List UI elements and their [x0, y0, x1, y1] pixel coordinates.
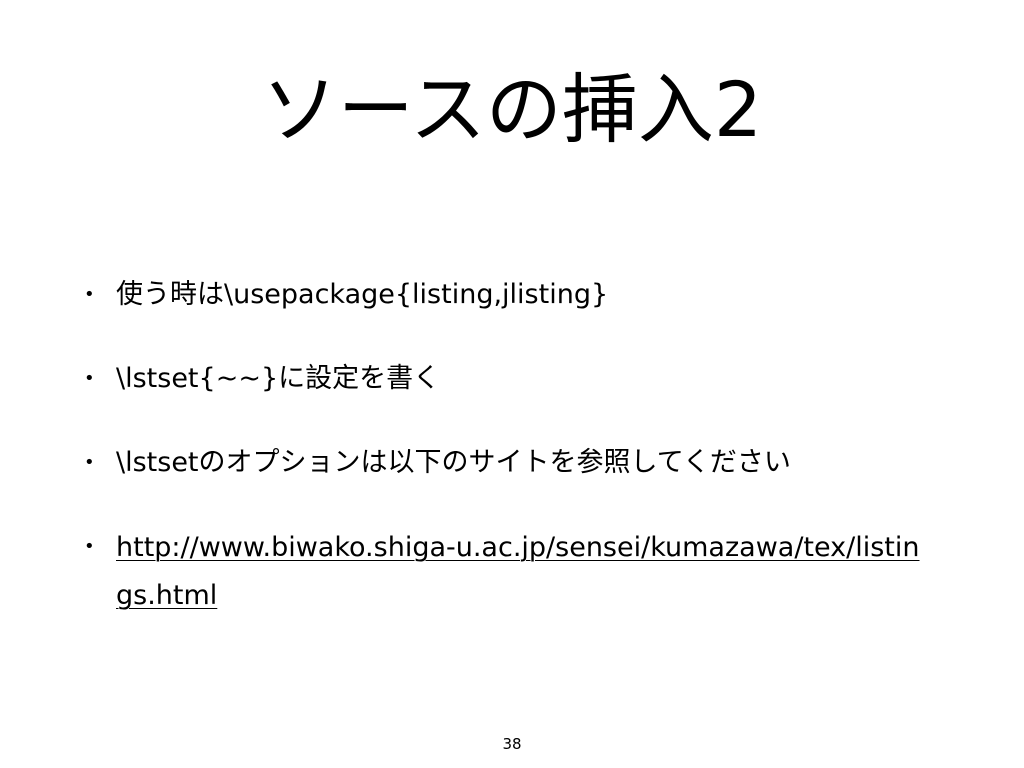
bullet-text: \lstsetのオプションは以下のサイトを参照してください: [116, 447, 791, 478]
list-item: • http://www.biwako.shiga-u.ac.jp/sensei…: [84, 524, 944, 620]
bullet-marker: •: [84, 284, 95, 305]
bullet-marker: •: [84, 452, 95, 473]
slide: ソースの挿入2 • 使う時は\usepackage{listing,jlisti…: [0, 0, 1024, 768]
bullet-text: http://www.biwako.shiga-u.ac.jp/sensei/k…: [116, 524, 944, 620]
bullet-text: \lstset{~~}に設定を書く: [116, 363, 441, 394]
slide-title: ソースの挿入2: [261, 65, 763, 154]
bullet-marker: •: [84, 368, 95, 389]
bullet-text: 使う時は\usepackage{listing,jlisting}: [116, 279, 609, 310]
slide-number: 38: [502, 735, 522, 753]
list-item: • \lstset{~~}に設定を書く: [84, 356, 944, 402]
bullet-marker: •: [84, 536, 95, 557]
list-item: • \lstsetのオプションは以下のサイトを参照してください: [84, 440, 944, 486]
list-item: • 使う時は\usepackage{listing,jlisting}: [84, 272, 944, 318]
listings-url-link[interactable]: http://www.biwako.shiga-u.ac.jp/sensei/k…: [116, 524, 936, 620]
bullet-list: • 使う時は\usepackage{listing,jlisting} • \l…: [84, 272, 944, 620]
